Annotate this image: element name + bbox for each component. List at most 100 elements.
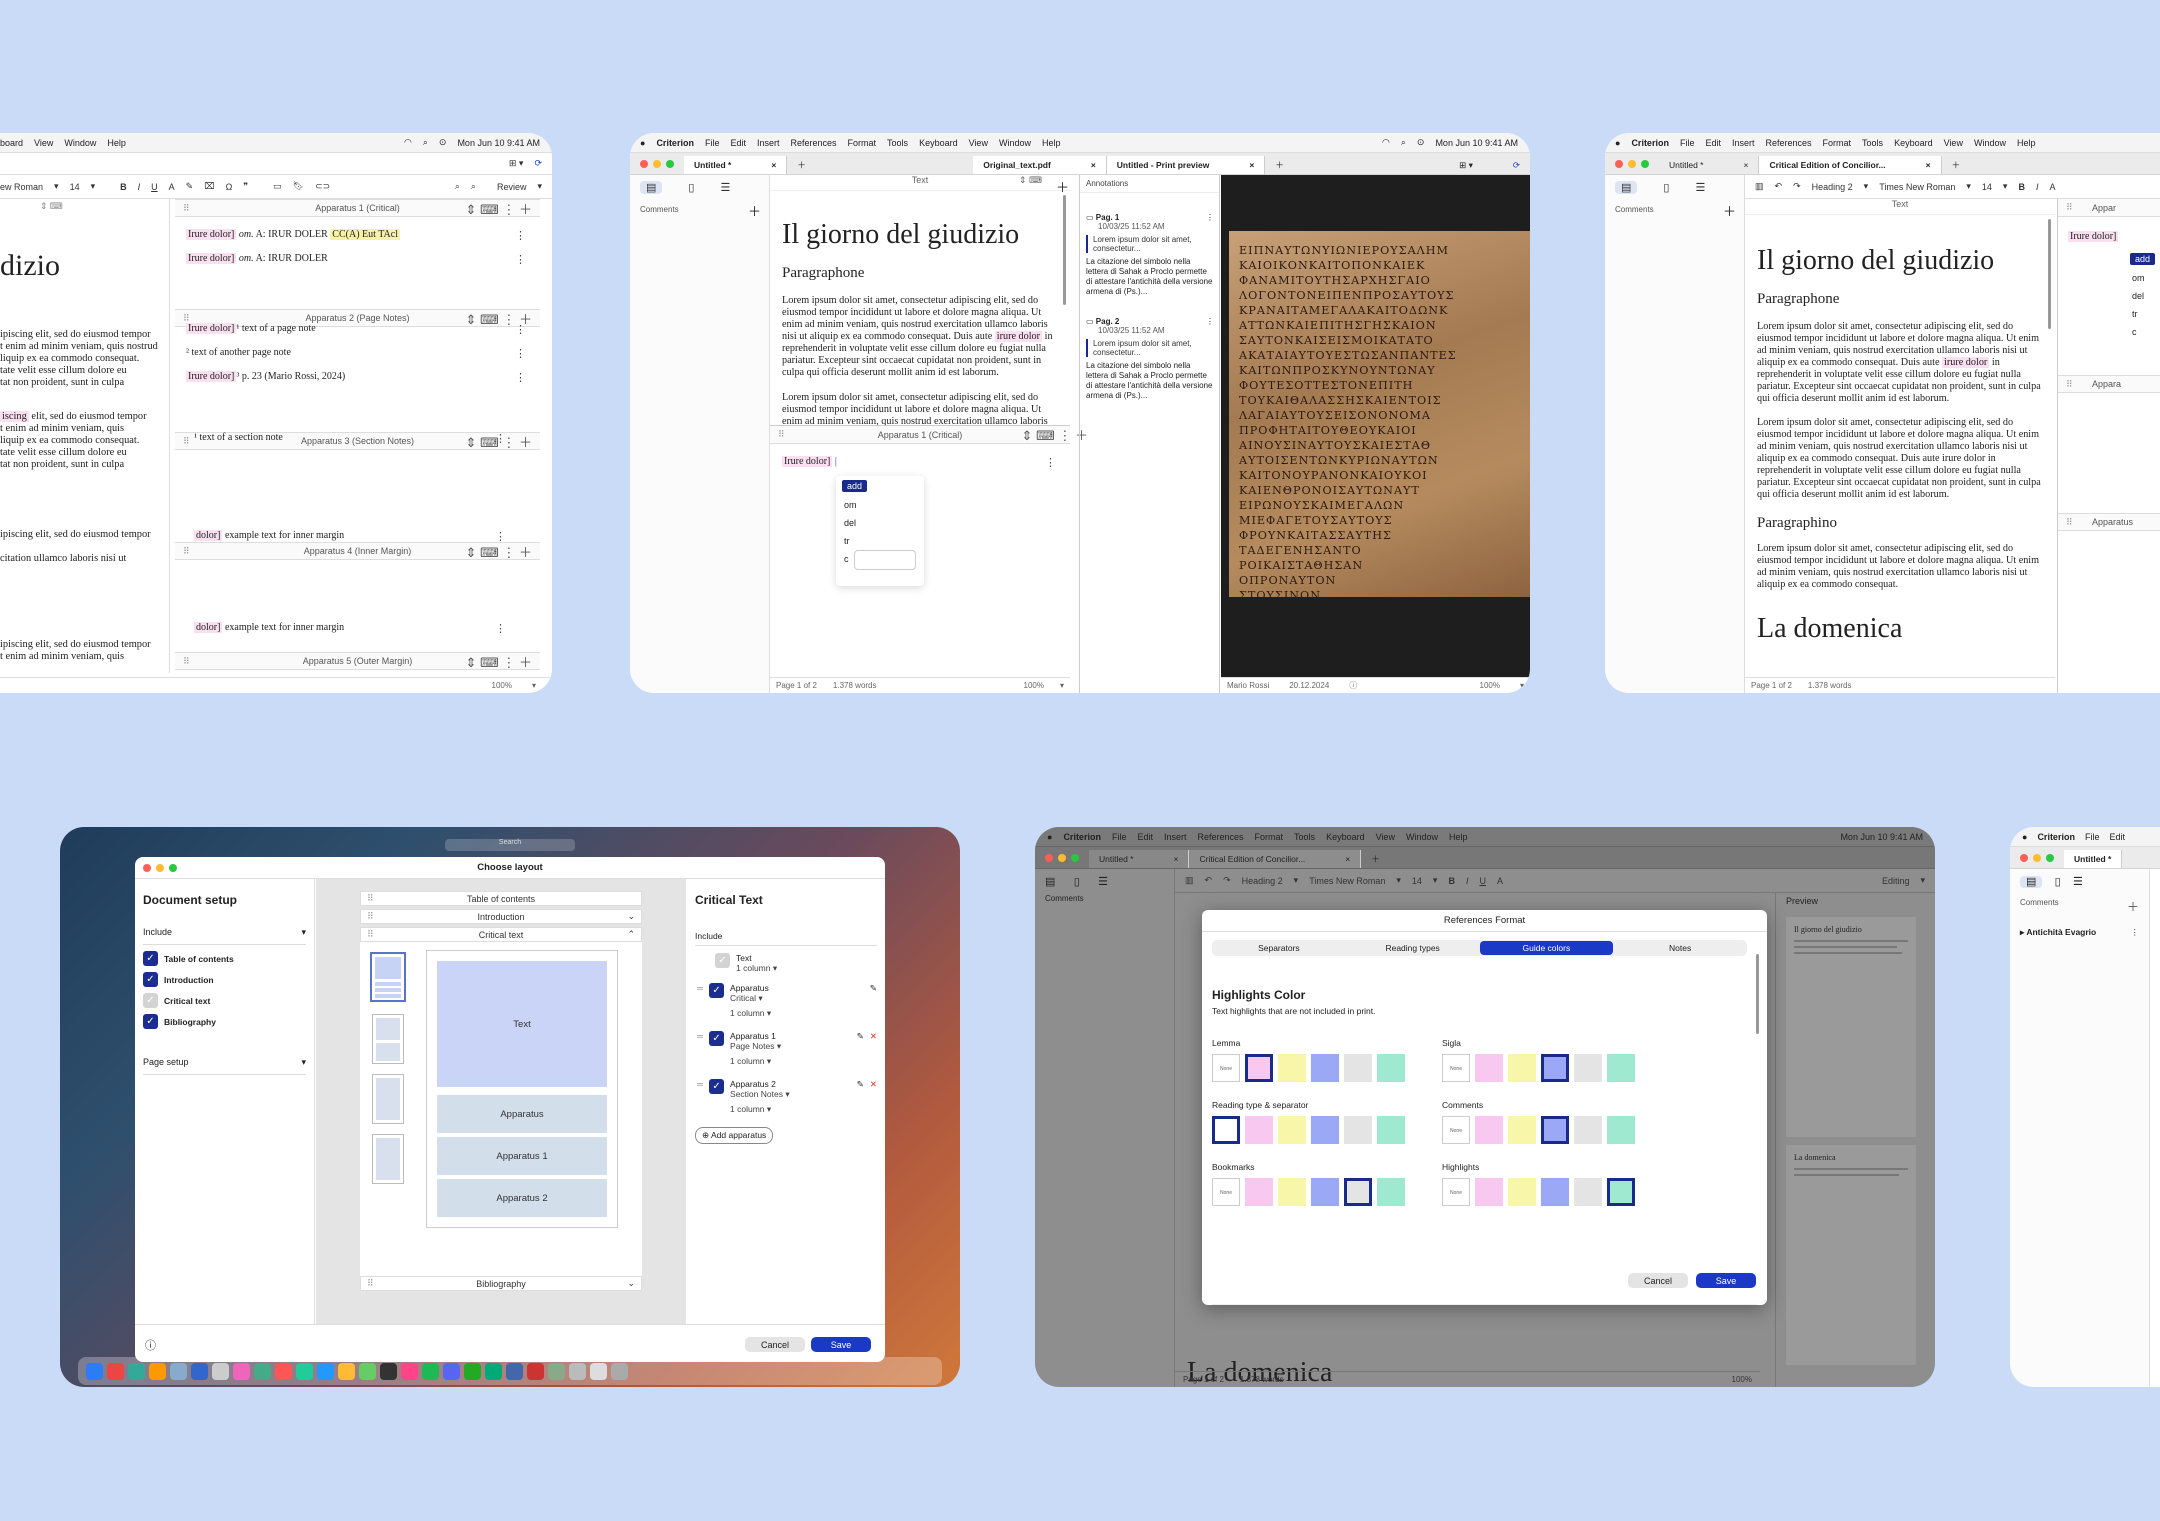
- highlight-icon[interactable]: ✎: [186, 181, 194, 192]
- menu-tools[interactable]: Tools: [887, 138, 908, 148]
- color-swatch[interactable]: [1541, 1116, 1569, 1144]
- menu-view[interactable]: View: [1376, 832, 1395, 842]
- menu-app[interactable]: Criterion: [2037, 832, 2075, 842]
- quote-icon[interactable]: ❞: [243, 181, 248, 192]
- help-icon[interactable]: ⓘ: [145, 1337, 156, 1353]
- italic-icon[interactable]: I: [2036, 182, 2039, 192]
- new-tab-button[interactable]: ＋: [1265, 156, 1294, 174]
- intro-checkbox[interactable]: ✓: [143, 972, 158, 987]
- menu-references[interactable]: References: [791, 138, 837, 148]
- style-select[interactable]: Heading 2: [1242, 876, 1283, 886]
- color-swatch[interactable]: [1377, 1116, 1405, 1144]
- grid-icon[interactable]: ⊞ ▾ ⟳: [1449, 156, 1530, 174]
- bar-intro[interactable]: ⠿ Introduction ⌄: [360, 909, 642, 924]
- tab-print-preview[interactable]: Untitled - Print preview ×: [1106, 156, 1266, 174]
- menu-edit[interactable]: Edit: [1137, 832, 1153, 842]
- add-apparatus-button[interactable]: ⊕ Add apparatus: [695, 1127, 774, 1144]
- italic-icon[interactable]: I: [138, 182, 141, 192]
- zoom-select[interactable]: 100%: [1480, 681, 1500, 690]
- dock-app-icon[interactable]: [422, 1362, 439, 1380]
- dock-app-icon[interactable]: [380, 1362, 397, 1380]
- menu-format[interactable]: Format: [1255, 832, 1284, 842]
- dock-app-icon[interactable]: [128, 1362, 145, 1380]
- dd-c[interactable]: c: [844, 554, 849, 564]
- delete-icon[interactable]: ✕: [870, 1031, 877, 1067]
- menu-keyboard[interactable]: Keyboard: [919, 138, 958, 148]
- edit-icon[interactable]: ✎: [857, 1031, 864, 1067]
- dd-tr[interactable]: tr: [2132, 309, 2138, 319]
- annotation-2[interactable]: ▭ Pag. 2 ⋮ 10/03/25 11:52 AM Lorem ipsum …: [1086, 317, 1214, 401]
- search-icon[interactable]: ⌕: [455, 181, 460, 192]
- dock-app-icon[interactable]: [296, 1362, 313, 1380]
- underline-icon[interactable]: U: [151, 182, 158, 192]
- apple-icon[interactable]: ●: [640, 138, 645, 148]
- menu-window[interactable]: Window: [64, 138, 96, 148]
- menu-file[interactable]: File: [705, 138, 720, 148]
- review-select[interactable]: Review: [497, 182, 527, 192]
- tab-critical-edition[interactable]: Critical Edition of Concilior... ×: [1189, 850, 1362, 868]
- comment-item[interactable]: ▸ Antichità Evagrio ⋮: [2010, 919, 2149, 946]
- annotation-1[interactable]: ▭ Pag. 1 ⋮ 10/03/25 11:52 AM Lorem ipsum …: [1086, 213, 1214, 297]
- dd-add[interactable]: add: [2130, 253, 2156, 265]
- find-replace-icon[interactable]: ⌕: [471, 181, 476, 192]
- seg-notes[interactable]: Notes: [1613, 943, 1747, 953]
- color-swatch[interactable]: [1344, 1178, 1372, 1206]
- menu-keyboard[interactable]: board: [0, 138, 23, 148]
- font-select[interactable]: Times New Roman: [1309, 876, 1385, 886]
- dock-app-icon[interactable]: [443, 1362, 460, 1380]
- seg-guide-colors[interactable]: Guide colors: [1479, 941, 1614, 955]
- menu-keyboard[interactable]: Keyboard: [1894, 138, 1933, 148]
- menu-tools[interactable]: Tools: [1862, 138, 1883, 148]
- grid-icon[interactable]: ⊞ ▾: [509, 158, 524, 169]
- dock-app-icon[interactable]: [212, 1362, 229, 1380]
- menu-app[interactable]: Criterion: [1631, 138, 1669, 148]
- add-comment-button[interactable]: ＋: [2127, 898, 2139, 915]
- cancel-button[interactable]: Cancel: [745, 1337, 805, 1352]
- layout-thumb-3[interactable]: [372, 1074, 404, 1124]
- color-swatch[interactable]: None: [1212, 1178, 1240, 1206]
- dock-app-icon[interactable]: [506, 1362, 523, 1380]
- page-setup-toggle[interactable]: Page setup ▾: [143, 1057, 306, 1075]
- menu-edit[interactable]: Edit: [730, 138, 746, 148]
- edit-icon[interactable]: ✎: [870, 983, 877, 1019]
- dock-app-icon[interactable]: [338, 1362, 355, 1380]
- bar-toc[interactable]: ⠿ Table of contents: [360, 891, 642, 906]
- sidebar-icon[interactable]: ▥: [1755, 181, 1764, 192]
- tab-untitled[interactable]: Untitled *: [2064, 850, 2123, 868]
- color-swatch[interactable]: [1344, 1116, 1372, 1144]
- color-swatch[interactable]: [1311, 1054, 1339, 1082]
- dock-app-icon[interactable]: [170, 1362, 187, 1380]
- spotlight-search[interactable]: Search: [445, 839, 575, 851]
- menu-tools[interactable]: Tools: [1294, 832, 1315, 842]
- zoom-select[interactable]: 100%: [1024, 681, 1044, 690]
- color-swatch[interactable]: None: [1212, 1054, 1240, 1082]
- bold-icon[interactable]: B: [2018, 182, 2025, 192]
- menu-insert[interactable]: Insert: [757, 138, 780, 148]
- color-swatch[interactable]: [1245, 1116, 1273, 1144]
- custom-input[interactable]: [854, 550, 916, 570]
- zoom-select[interactable]: 100%: [492, 681, 512, 690]
- dock-app-icon[interactable]: [233, 1362, 250, 1380]
- more-icon[interactable]: ⋮: [515, 253, 526, 266]
- menu-file[interactable]: File: [2085, 832, 2100, 842]
- dock-app-icon[interactable]: [485, 1362, 502, 1380]
- tab-critical-edition[interactable]: Critical Edition of Concilior... ×: [1759, 156, 1942, 174]
- redo-icon[interactable]: ↷: [1793, 181, 1801, 192]
- bar-bibliography[interactable]: ⠿ Bibliography ⌄: [360, 1276, 642, 1291]
- tab-untitled[interactable]: Untitled * ×: [1659, 156, 1760, 174]
- dock-app-icon[interactable]: [317, 1362, 334, 1380]
- save-button[interactable]: Save: [1696, 1273, 1756, 1288]
- color-swatch[interactable]: [1541, 1178, 1569, 1206]
- bookmark-icon[interactable]: ▯: [688, 181, 694, 194]
- new-tab-button[interactable]: ＋: [1942, 156, 1971, 174]
- color-swatch[interactable]: [1278, 1178, 1306, 1206]
- menu-file[interactable]: File: [1112, 832, 1127, 842]
- color-swatch[interactable]: [1475, 1178, 1503, 1206]
- list-icon[interactable]: ☰: [2073, 876, 2083, 888]
- dock-app-icon[interactable]: [191, 1362, 208, 1380]
- dock-app-icon[interactable]: [527, 1362, 544, 1380]
- omega-icon[interactable]: Ω: [226, 182, 233, 192]
- color-swatch[interactable]: [1212, 1116, 1240, 1144]
- new-tab-button[interactable]: ＋: [787, 156, 887, 174]
- menu-window[interactable]: Window: [1406, 832, 1438, 842]
